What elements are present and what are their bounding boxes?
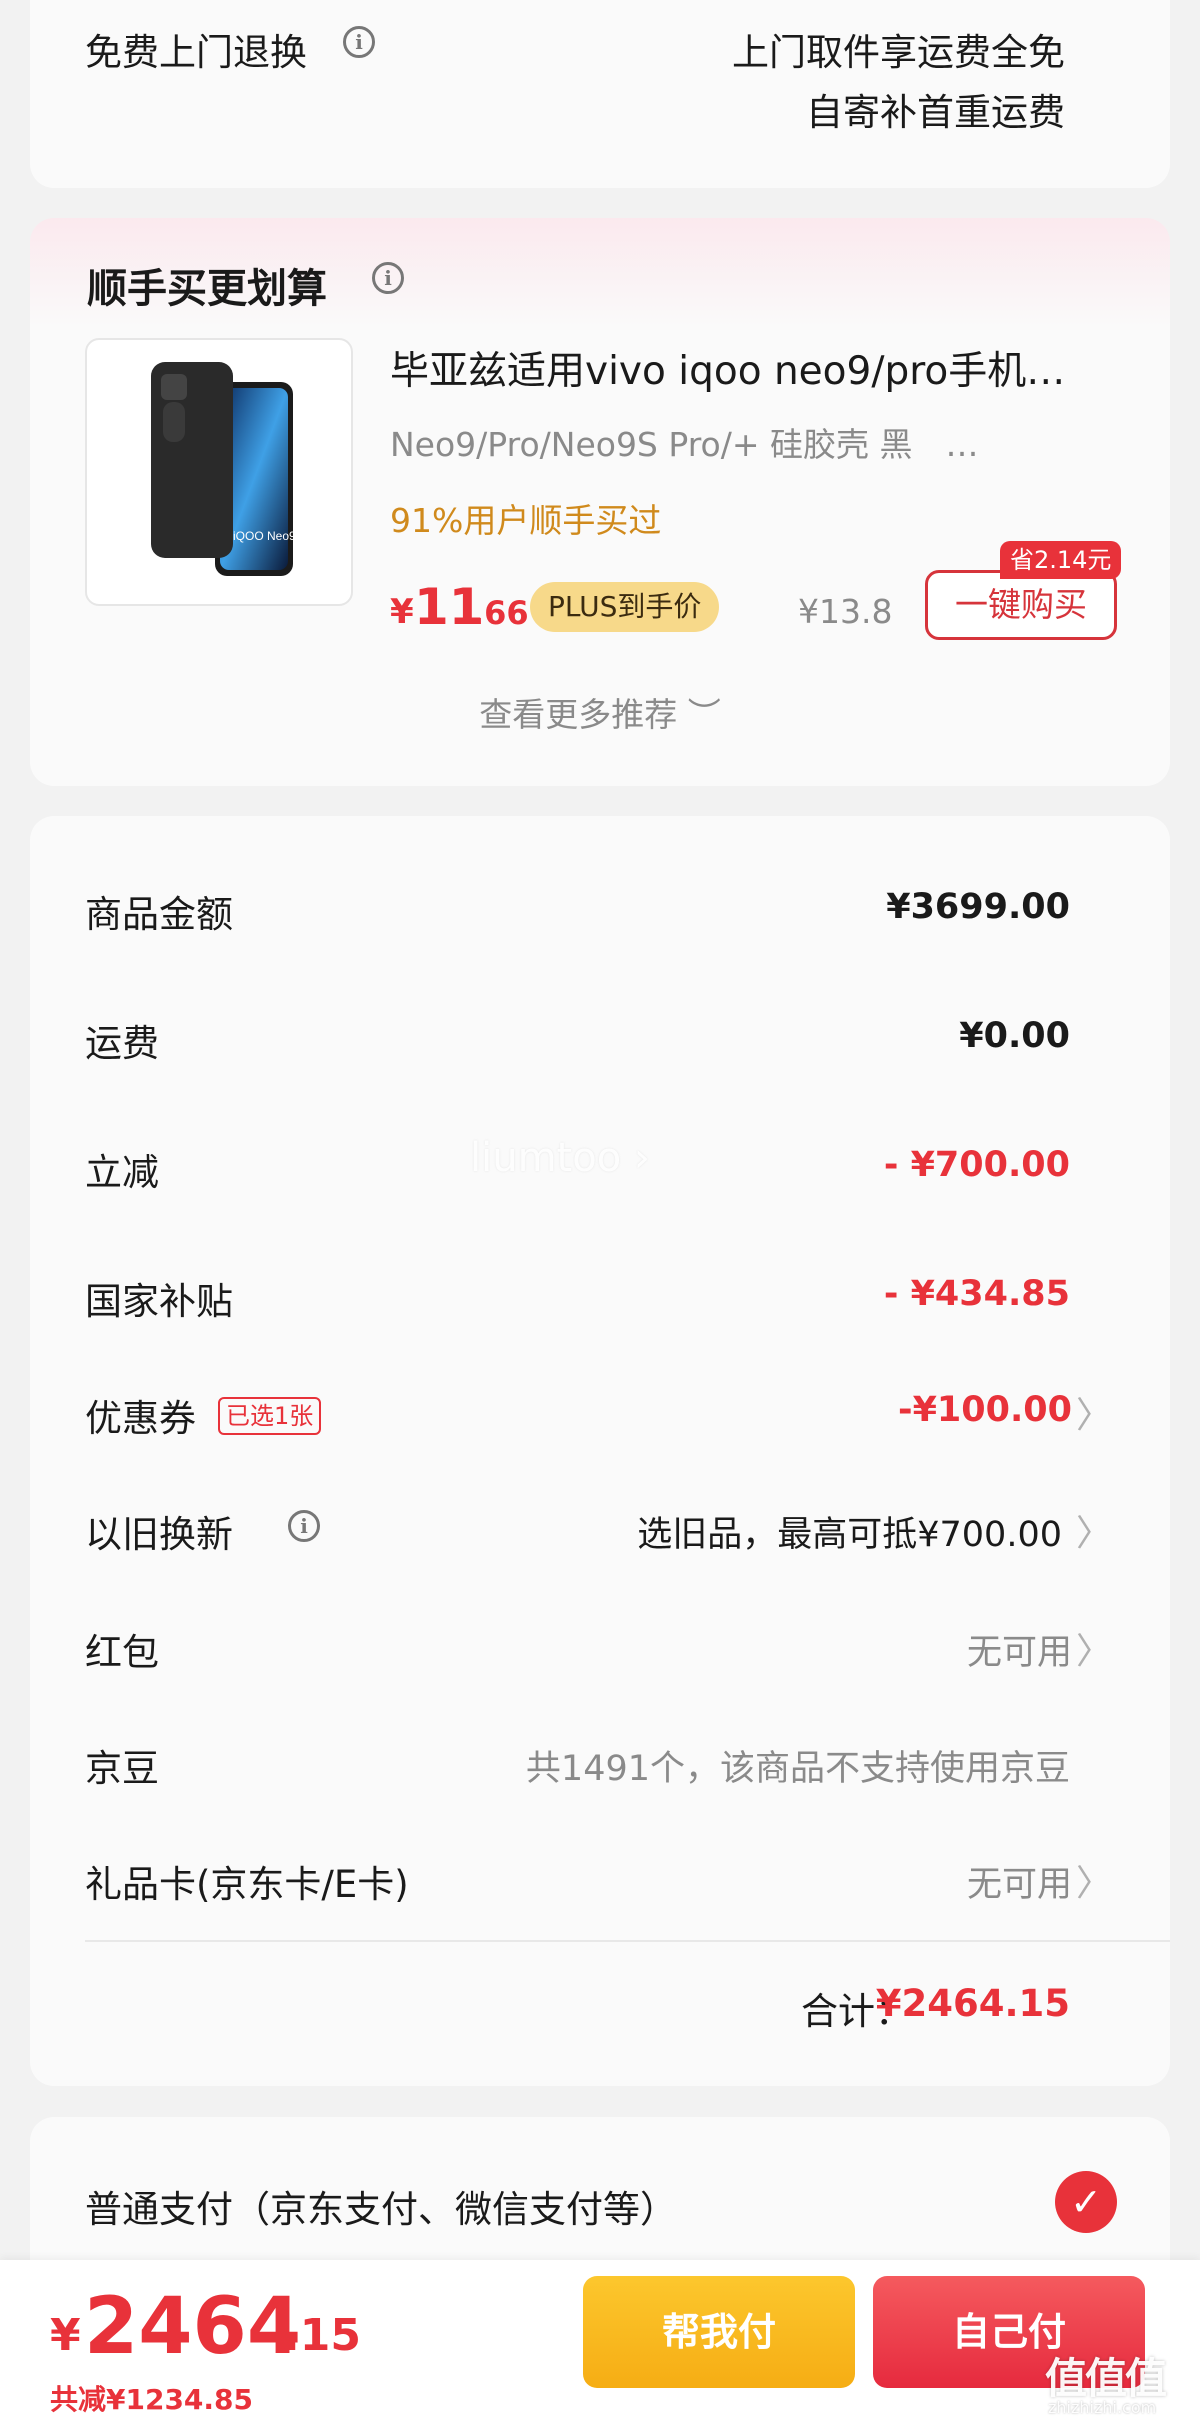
bought-rate: 91%用户顺手买过: [390, 501, 662, 540]
plus-price-badge: PLUS到手价: [530, 582, 720, 632]
total-decimal: .15: [283, 2310, 361, 2361]
chevron-right-icon[interactable]: 〉: [1076, 1386, 1112, 1438]
save-tag: 省2.14元: [1000, 541, 1122, 579]
product-spec[interactable]: Neo9/Pro/Neo9S Pro/+ 硅胶壳 黑 …: [390, 418, 978, 466]
bottom-pay-bar: ¥ 2464 .15 共减¥1234.85 帮我付 自己付: [0, 2260, 1200, 2428]
total-value: ¥2464.15: [875, 1982, 1070, 2025]
check-icon[interactable]: ✓: [1055, 2171, 1117, 2233]
return-line-1: 上门取件享运费全免: [732, 31, 1065, 74]
product-name[interactable]: 毕亚兹适用vivo iqoo neo9/pro手机…: [390, 340, 1110, 396]
total-currency: ¥: [50, 2310, 81, 2361]
watermark-text: liumtoo ›: [470, 1135, 650, 1181]
row-coupon-label[interactable]: 优惠券: [85, 1388, 196, 1442]
return-service-label: 免费上门退换: [85, 31, 307, 74]
chevron-right-icon[interactable]: 〉: [1076, 1622, 1112, 1674]
row-tradein-label[interactable]: 以旧换新: [85, 1504, 233, 1558]
site-watermark-logo: 值值值: [1045, 2354, 1167, 2403]
row-giftcard-label[interactable]: 礼品卡(京东卡/E卡): [85, 1854, 409, 1908]
site-watermark-url: zhizhizhi.com: [1048, 2398, 1157, 2417]
recommend-card: 顺手买更划算 i iQOO Neo9 毕亚兹适用vivo iqoo neo9/p…: [30, 218, 1170, 786]
price-detail-card: 商品金额 ¥3699.00 运费 ¥0.00 立减 - ¥700.00 国家补贴…: [30, 816, 1170, 2086]
row-coupon-value[interactable]: -¥100.00: [898, 1390, 1072, 1430]
chevron-right-icon[interactable]: 〉: [1076, 1504, 1112, 1556]
thumb-text: iQOO Neo9: [233, 529, 296, 543]
help-me-pay-button[interactable]: 帮我付: [583, 2276, 855, 2388]
total-integer: 2464: [84, 2282, 302, 2372]
row-goods-amount-value: ¥3699.00: [886, 887, 1070, 927]
row-jingdou-value: 共1491个，该商品不支持使用京豆: [525, 1749, 1070, 1789]
product-thumbnail[interactable]: iQOO Neo9: [85, 338, 353, 606]
recommend-title: 顺手买更划算: [87, 266, 327, 312]
divider: [85, 1940, 1170, 1942]
row-redpacket-label[interactable]: 红包: [85, 1622, 159, 1676]
return-service-card: 免费上门退换 i 上门取件享运费全免 自寄补首重运费: [30, 0, 1170, 188]
row-redpacket-value[interactable]: 无可用: [967, 1624, 1072, 1675]
row-subsidy-value: - ¥434.85: [883, 1274, 1070, 1314]
payment-method-label[interactable]: 普通支付（京东支付、微信支付等）: [85, 2179, 677, 2233]
info-icon[interactable]: i: [372, 262, 404, 294]
row-goods-amount-label: 商品金额: [85, 893, 233, 936]
row-giftcard-value[interactable]: 无可用: [967, 1856, 1072, 1907]
info-icon[interactable]: i: [288, 1510, 320, 1542]
row-subsidy-label: 国家补贴: [85, 1280, 233, 1323]
return-line-2: 自寄补首重运费: [806, 91, 1065, 134]
info-icon[interactable]: i: [343, 26, 375, 58]
row-jingdou-label: 京豆: [85, 1747, 159, 1790]
phone-case-image: iQOO Neo9: [151, 362, 296, 576]
row-discount-value: - ¥700.00: [883, 1145, 1070, 1185]
total-saved: 共减¥1234.85: [50, 2383, 254, 2416]
row-tradein-value[interactable]: 选旧品，最高可抵¥700.00: [637, 1506, 1062, 1557]
more-recommend-link[interactable]: 查看更多推荐 ︶: [30, 688, 1170, 736]
row-shipping-value: ¥0.00: [959, 1016, 1070, 1056]
original-price: ¥13.8: [798, 592, 893, 631]
row-shipping-label: 运费: [85, 1022, 159, 1065]
price-currency: ¥: [390, 592, 414, 632]
price-decimal: .66: [472, 594, 529, 632]
row-discount-label: 立减: [85, 1151, 159, 1194]
one-click-buy-button[interactable]: 一键购买: [925, 570, 1117, 640]
coupon-selected-badge: 已选1张: [218, 1397, 322, 1435]
chevron-right-icon[interactable]: 〉: [1076, 1854, 1112, 1906]
